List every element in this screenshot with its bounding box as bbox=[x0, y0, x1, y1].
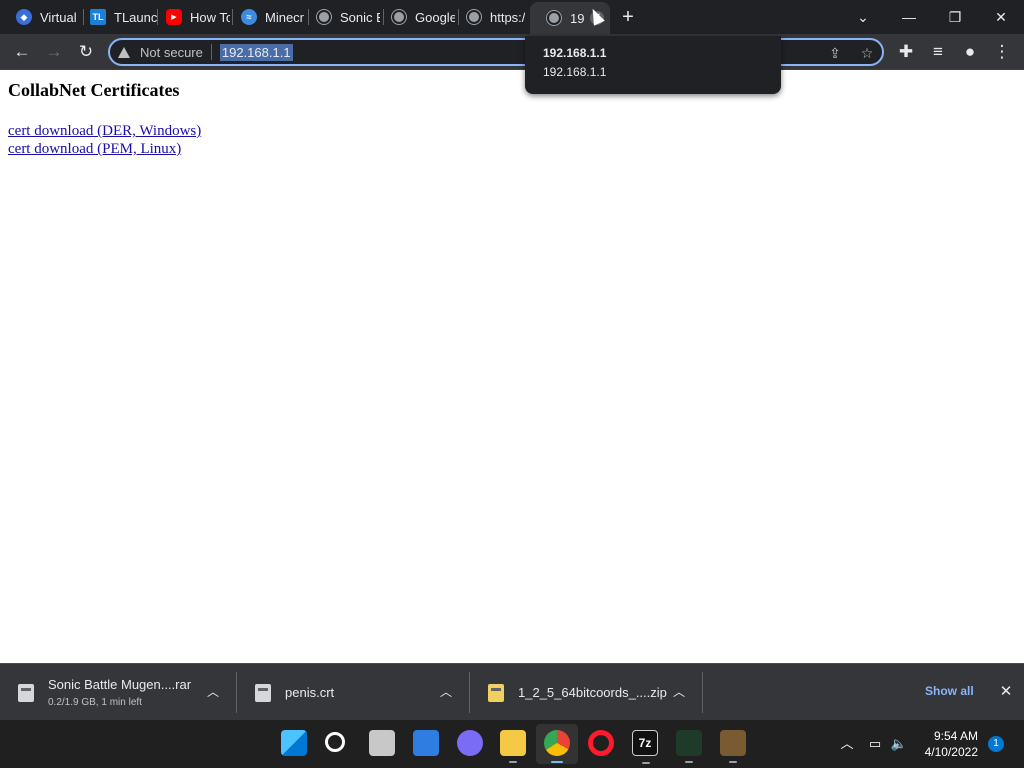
cert-download-der-link[interactable]: cert download (DER, Windows) bbox=[8, 122, 1016, 140]
warning-icon bbox=[118, 46, 130, 58]
windows-taskbar: 7z ︿ ▭ 🔈 9:54 AM 4/10/2022 1 bbox=[0, 720, 1024, 768]
tooltip-url: 192.168.1.1 bbox=[543, 65, 607, 79]
globe-icon bbox=[391, 9, 407, 25]
globe-icon bbox=[316, 9, 332, 25]
share-icon[interactable]: ⇪ bbox=[826, 44, 844, 62]
forward-button[interactable]: → bbox=[40, 38, 68, 66]
youtube-icon: ▶ bbox=[166, 9, 182, 25]
tab-minecraft[interactable]: ≈ Minecr bbox=[225, 0, 305, 34]
tab-strip: ◆ Virtual TL TLaunc ▶ How To ≈ Minecr So… bbox=[0, 0, 1024, 34]
media-control-icon[interactable]: ≡ bbox=[924, 38, 952, 66]
download-filename: 1_2_5_64bitcoords_....zip bbox=[518, 685, 667, 700]
tab-https[interactable]: https:/ bbox=[450, 0, 530, 34]
tab-title: 19 bbox=[570, 10, 585, 26]
tab-youtube[interactable]: ▶ How To bbox=[150, 0, 230, 34]
url-text[interactable]: 192.168.1.1 bbox=[219, 43, 293, 61]
tab-sonic[interactable]: Sonic B bbox=[300, 0, 380, 34]
minecraft-grass-block-icon[interactable] bbox=[720, 730, 746, 763]
show-all-downloads-button[interactable]: Show all bbox=[925, 684, 974, 698]
notification-badge[interactable]: 1 bbox=[988, 736, 1004, 752]
download-filename: Sonic Battle Mugen....rar bbox=[48, 677, 192, 692]
reload-button[interactable]: ↻ bbox=[72, 38, 100, 66]
minecraft-icon: ≈ bbox=[241, 9, 257, 25]
certificate-file-icon bbox=[255, 683, 271, 702]
profile-avatar-icon[interactable]: ● bbox=[956, 38, 984, 66]
chevron-up-icon[interactable]: ︿ bbox=[438, 684, 454, 700]
widgets-icon[interactable] bbox=[413, 730, 439, 756]
winrar-file-icon bbox=[18, 683, 34, 702]
volume-icon[interactable]: 🔈 bbox=[890, 735, 908, 753]
file-explorer-icon[interactable] bbox=[500, 730, 526, 763]
tlauncher-icon: TL bbox=[90, 9, 106, 25]
tab-virtual[interactable]: ◆ Virtual bbox=[0, 0, 84, 34]
zip-file-icon bbox=[488, 683, 504, 702]
download-filename: penis.crt bbox=[285, 685, 335, 700]
opera-icon[interactable] bbox=[588, 730, 614, 756]
search-icon[interactable] bbox=[325, 732, 345, 752]
virtual-box-icon: ◆ bbox=[16, 9, 32, 25]
network-icon[interactable]: ▭ bbox=[866, 735, 884, 753]
task-view-icon[interactable] bbox=[369, 730, 395, 756]
browser-toolbar: ← → ↻ Not secure 192.168.1.1 ⇪ ☆ ✚ ≡ ● ⋮ bbox=[0, 34, 1024, 70]
7zip-icon[interactable]: 7z bbox=[632, 730, 658, 764]
globe-icon bbox=[546, 10, 562, 26]
bookmark-star-icon[interactable]: ☆ bbox=[858, 44, 876, 62]
page-content: CollabNet Certificates cert download (DE… bbox=[0, 71, 1024, 663]
extensions-puzzle-icon[interactable]: ✚ bbox=[892, 38, 920, 66]
minimize-button[interactable]: — bbox=[886, 0, 932, 34]
teams-chat-icon[interactable] bbox=[457, 730, 483, 756]
back-button[interactable]: ← bbox=[8, 38, 36, 66]
download-status: 0.2/1.9 GB, 1 min left bbox=[48, 697, 142, 708]
new-tab-button[interactable]: + bbox=[618, 7, 638, 27]
chrome-icon[interactable] bbox=[544, 730, 570, 763]
download-item-zip[interactable]: 1_2_5_64bitcoords_....zip bbox=[470, 664, 702, 721]
tab-hover-tooltip: 192.168.1.1 192.168.1.1 bbox=[525, 36, 781, 94]
tab-tlauncher[interactable]: TL TLaunc bbox=[74, 0, 158, 34]
chevron-up-icon[interactable]: ︿ bbox=[205, 684, 221, 700]
tab-title: How To bbox=[190, 9, 230, 25]
cert-download-pem-link[interactable]: cert download (PEM, Linux) bbox=[8, 140, 1016, 158]
tooltip-title: 192.168.1.1 bbox=[543, 46, 607, 60]
tab-title: Sonic B bbox=[340, 9, 380, 25]
terminal-app-icon[interactable] bbox=[676, 730, 702, 763]
close-window-button[interactable]: ✕ bbox=[978, 0, 1024, 34]
tray-overflow-chevron-icon[interactable]: ︿ bbox=[838, 735, 856, 753]
globe-icon bbox=[466, 9, 482, 25]
clock-time: 9:54 AM bbox=[933, 729, 978, 743]
clock-date: 4/10/2022 bbox=[924, 745, 978, 759]
download-item-crt[interactable]: penis.crt bbox=[237, 664, 469, 721]
taskbar-clock[interactable]: 9:54 AM 4/10/2022 bbox=[918, 728, 978, 760]
tab-title: Google bbox=[415, 9, 455, 25]
download-item-rar[interactable]: Sonic Battle Mugen....rar 0.2/1.9 GB, 1 … bbox=[0, 664, 236, 721]
menu-kebab-icon[interactable]: ⋮ bbox=[988, 38, 1016, 66]
page-title: CollabNet Certificates bbox=[8, 80, 180, 100]
close-download-bar-icon[interactable]: ✕ bbox=[997, 683, 1015, 701]
not-secure-label: Not secure bbox=[140, 44, 203, 60]
tab-search-chevron-icon[interactable]: ⌄ bbox=[840, 0, 886, 34]
security-chip[interactable]: Not secure bbox=[110, 45, 203, 60]
tab-title: https:/ bbox=[490, 9, 526, 25]
restore-button[interactable]: ❐ bbox=[932, 0, 978, 34]
tab-google[interactable]: Google bbox=[375, 0, 455, 34]
tab-title: Minecr bbox=[265, 9, 305, 25]
chevron-up-icon[interactable]: ︿ bbox=[671, 684, 687, 700]
windows-start-icon[interactable] bbox=[281, 730, 307, 756]
tab-title: Virtual bbox=[40, 9, 77, 25]
download-bar: Sonic Battle Mugen....rar 0.2/1.9 GB, 1 … bbox=[0, 663, 1024, 720]
